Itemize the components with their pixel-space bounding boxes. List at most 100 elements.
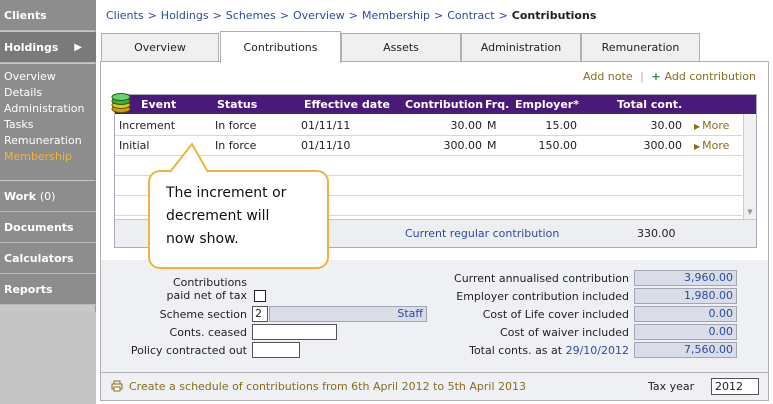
more-label: More [702,119,730,132]
current-annualised-contribution-value: 3,960.00 [634,270,737,286]
col-header-employer[interactable]: Employer* [515,98,579,111]
tab-contributions[interactable]: Contributions [220,31,341,63]
col-header-event[interactable]: Event [141,98,176,111]
life-cover-included-label: Cost of Life cover included [482,308,629,321]
sidebar-item-details[interactable]: Details [4,85,96,101]
callout-text-line2: decrement will [166,208,270,224]
breadcrumb-holdings[interactable]: Holdings [161,9,209,22]
breadcrumb-schemes[interactable]: Schemes [226,9,276,22]
col-header-total-cont[interactable]: Total cont. [617,98,682,111]
total-conts-label-text: Total conts. as at [469,344,563,357]
sidebar-item-overview[interactable]: Overview [4,69,96,85]
sidebar-item-administration[interactable]: Administration [4,101,96,117]
tab-bar: Overview Contributions Assets Administra… [101,31,701,63]
play-arrow-icon: ▶ [694,122,701,131]
scroll-down-icon[interactable]: ▼ [744,208,756,219]
add-note-link[interactable]: Add note [583,70,633,83]
callout-text-line3: now show. [166,231,239,247]
policy-contracted-out-input[interactable] [252,342,300,358]
scheme-section-input[interactable]: 2 [252,306,268,322]
cell-total-cont: 300.00 [643,139,683,152]
waiver-included-value: 0.00 [634,324,737,340]
sidebar-filler [0,312,96,404]
tab-assets[interactable]: Assets [341,33,461,62]
cell-status: In force [215,119,257,132]
grid-header: Event Status Effective date Contribution… [111,93,756,114]
sidebar-documents-label: Documents [4,221,74,234]
cell-effective-date: 01/11/10 [301,139,351,152]
col-header-status[interactable]: Status [217,98,257,111]
tab-remuneration[interactable]: Remuneration [581,33,700,62]
waiver-included-label: Cost of waiver included [500,326,629,339]
sidebar-work[interactable]: Work (0) [0,181,96,212]
cell-event: Increment [119,119,176,132]
coins-icon [111,93,131,113]
breadcrumb-clients[interactable]: Clients [106,9,144,22]
tab-administration[interactable]: Administration [461,33,581,62]
sidebar: Clients Holdings ▶ Overview Details Admi… [0,0,96,404]
sidebar-item-membership[interactable]: Membership [4,149,96,165]
cell-frequency: M [487,139,497,152]
sidebar-calculators-label: Calculators [4,252,74,265]
more-link[interactable]: ▶ More [694,139,729,152]
paid-net-of-tax-checkbox[interactable] [254,290,266,302]
plus-icon: + [651,70,661,83]
table-row[interactable]: Increment In force 01/11/11 30.00 M 15.0… [115,116,742,136]
sidebar-calculators[interactable]: Calculators [0,243,96,274]
sidebar-clients[interactable]: Clients [0,0,96,31]
sidebar-documents[interactable]: Documents [0,212,96,243]
breadcrumb-membership[interactable]: Membership [362,9,430,22]
tab-overview[interactable]: Overview [101,33,219,62]
cell-effective-date: 01/11/11 [301,119,351,132]
breadcrumb-separator: > [147,9,157,22]
current-annualised-contribution-label: Current annualised contribution [454,272,629,285]
cell-employer: 15.00 [545,119,578,132]
sidebar-item-tasks[interactable]: Tasks [4,117,96,133]
total-conts-date-link[interactable]: 29/10/2012 [566,344,629,357]
employer-contribution-included-label: Employer contribution included [456,290,629,303]
col-header-effective-date[interactable]: Effective date [304,98,390,111]
breadcrumb-separator: > [279,9,289,22]
sidebar-holdings[interactable]: Holdings ▶ [0,32,96,63]
breadcrumb-overview[interactable]: Overview [293,9,345,22]
tax-year-input[interactable]: 2012 [711,378,759,395]
cell-event: Initial [119,139,150,152]
cell-employer: 150.00 [538,139,578,152]
life-cover-included-value: 0.00 [634,306,737,322]
more-link[interactable]: ▶ More [694,119,729,132]
conts-ceased-input[interactable] [252,324,337,340]
policy-contracted-out-label: Policy contracted out [130,344,247,357]
breadcrumb: Clients > Holdings > Schemes > Overview > Member… [106,9,596,22]
employer-contribution-included-value: 1,980.00 [634,288,737,304]
sidebar-submenu: Overview Details Administration Tasks Re… [0,64,96,180]
sidebar-work-label: Work [4,190,37,203]
col-header-contribution[interactable]: Contribution [405,98,483,111]
sidebar-work-count: (0) [39,190,56,203]
paid-net-of-tax-label-line1: Contributions [172,276,247,289]
callout-tooltip: The increment or decrement will now show… [148,170,329,269]
breadcrumb-current: Contributions [511,9,597,22]
callout-pointer [169,142,209,174]
chevron-right-icon: ▶ [74,42,82,53]
sidebar-item-remuneration[interactable]: Remuneration [4,133,96,149]
conts-ceased-label: Conts. ceased [169,326,247,339]
breadcrumb-separator: > [212,9,222,22]
col-header-frequency[interactable]: Frq. [485,98,509,111]
breadcrumb-contract[interactable]: Contract [447,9,494,22]
paid-net-of-tax-label-line2: paid net of tax [166,289,247,302]
sidebar-holdings-label: Holdings [4,41,59,54]
grid-scrollbar[interactable]: ▼ [743,114,756,219]
total-conts-label: Total conts. as at 29/10/2012 [401,344,629,357]
cell-contribution: 300.00 [443,139,483,152]
cell-contribution: 30.00 [450,119,483,132]
add-contribution-link[interactable]: Add contribution [665,70,756,83]
current-regular-contribution-label: Current regular contribution [405,227,560,240]
action-links: Add note | + Add contribution [583,70,756,83]
create-schedule-link[interactable]: Create a schedule of contributions from … [129,380,526,393]
sidebar-reports[interactable]: Reports [0,274,96,305]
breadcrumb-separator: > [348,9,359,22]
tax-year-label: Tax year [648,380,695,393]
play-arrow-icon: ▶ [694,142,701,151]
callout-text-line1: The increment or [166,185,287,201]
sidebar-reports-label: Reports [4,283,53,296]
